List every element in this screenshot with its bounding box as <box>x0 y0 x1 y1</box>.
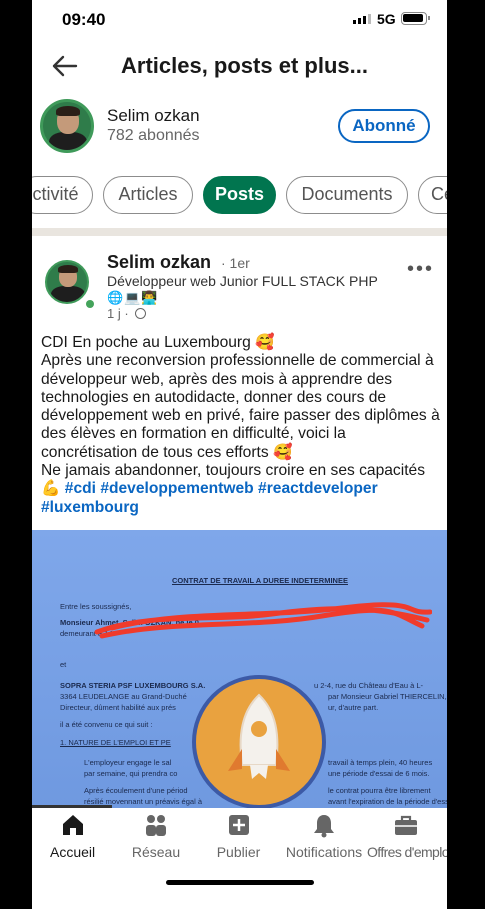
nav-label: Notifications <box>285 844 363 860</box>
following-button[interactable]: Abonné <box>338 109 430 143</box>
doc-line-right: par Monsieur Gabriel THIERCELIN, <box>328 692 447 701</box>
doc-line: L'employeur engage le sal <box>84 758 172 767</box>
redaction-scribble <box>94 602 432 639</box>
doc-line-right: avant l'expiration de la période d'essai <box>328 797 447 806</box>
hashtag-line: 💪 #cdi #developpementweb #reactdeveloper… <box>41 480 443 517</box>
avatar[interactable] <box>40 99 94 153</box>
nav-post[interactable]: Publier <box>216 812 261 860</box>
nav-label: Réseau <box>131 844 181 860</box>
network-type: 5G <box>377 11 396 27</box>
flex-emoji: 💪 <box>41 480 61 498</box>
more-options-icon[interactable]: ••• <box>407 258 434 281</box>
doc-line-right: une période d'essai de 6 mois. <box>328 769 430 778</box>
tab-more[interactable]: Ce <box>418 176 447 214</box>
profile-name[interactable]: Selim ozkan <box>107 106 200 126</box>
status-bar: 09:40 5G <box>32 0 447 40</box>
network-icon <box>146 815 166 836</box>
tab-documents[interactable]: Documents <box>286 176 408 214</box>
post-timestamp: 1 j · <box>107 306 147 321</box>
tab-articles[interactable]: Articles <box>103 176 193 214</box>
post-plus-icon <box>228 815 249 835</box>
doc-line: 3364 LEUDELANGE au Grand-Duché <box>60 692 187 701</box>
bottom-navigation: Accueil Réseau Publier Notifications Off… <box>32 808 447 868</box>
home-icon <box>62 815 83 835</box>
signal-icon <box>353 14 371 24</box>
nav-label: Publier <box>216 844 261 860</box>
status-time: 09:40 <box>62 10 106 29</box>
hashtag-link[interactable]: #reactdeveloper <box>258 480 378 497</box>
nav-label: Accueil <box>50 844 96 860</box>
nav-home[interactable]: Accueil <box>50 812 95 860</box>
profile-summary: Selim ozkan 782 abonnés Abonné <box>32 92 447 164</box>
rocket-icon <box>192 675 326 808</box>
doc-line-right: travail à temps plein, 40 heures <box>328 758 433 767</box>
briefcase-icon <box>395 815 417 835</box>
doc-line: il a été convenu ce qui suit : <box>60 720 153 729</box>
tab-posts[interactable]: Posts <box>203 176 276 214</box>
follower-count: 782 abonnés <box>107 127 200 144</box>
doc-line: 1. NATURE DE L'EMPLOI ET PE <box>60 738 171 747</box>
headline-emojis: 🌐💻👨‍💻 <box>107 290 159 305</box>
doc-heading: CONTRAT DE TRAVAIL A DUREE INDETERMINEE <box>172 576 348 585</box>
post-line: Ne jamais abandonner, toujours croire en… <box>41 462 425 480</box>
battery-icon <box>401 12 430 25</box>
hashtag-link[interactable]: #developpementweb <box>100 480 253 497</box>
nav-network[interactable]: Réseau <box>130 812 182 860</box>
globe-icon <box>135 308 147 319</box>
page-header: Articles, posts et plus... <box>32 40 447 92</box>
content-filter-tabs: ctivité Articles Posts Documents Ce <box>32 176 447 216</box>
doc-line-right: le contrat pourra être librement <box>328 786 431 795</box>
post-author-headline: Développeur web Junior FULL STACK PHP <box>107 273 378 289</box>
doc-line: SOPRA STERIA PSF LUXEMBOURG S.A. <box>60 681 206 690</box>
doc-line-right: u 2-4, rue du Château d'Eau à L- <box>314 681 424 690</box>
post-line: CDI En poche au Luxembourg 🥰 <box>41 334 275 351</box>
phone-screen: 09:40 5G Articles, posts et plus... Seli… <box>32 0 447 909</box>
home-indicator[interactable] <box>166 880 314 885</box>
back-arrow-icon[interactable] <box>48 50 80 82</box>
post-body: CDI En poche au Luxembourg 🥰 Après une r… <box>41 334 443 517</box>
post-image[interactable]: CONTRAT DE TRAVAIL A DUREE INDETERMINEE … <box>32 530 447 808</box>
hashtag-link[interactable]: #luxembourg <box>41 499 139 516</box>
online-status-icon <box>83 297 97 311</box>
connection-degree: · 1er <box>221 255 250 271</box>
post-line: Après une reconversion professionnelle d… <box>41 352 440 461</box>
nav-jobs[interactable]: Offres d'emploi <box>367 812 447 860</box>
doc-line-right: ur, d'autre part. <box>328 703 379 712</box>
nav-notifications[interactable]: Notifications <box>284 812 364 860</box>
doc-line: Directeur, dûment habilité aux prés <box>60 703 176 712</box>
page-title: Articles, posts et plus... <box>121 53 368 78</box>
doc-line: par semaine, qui prendra co <box>84 769 178 778</box>
post-author-avatar[interactable] <box>45 260 89 304</box>
hashtag-link[interactable]: #cdi <box>65 480 96 497</box>
nav-label: Offres d'emploi <box>367 844 447 860</box>
bell-icon <box>314 815 334 838</box>
post-author-name[interactable]: Selim ozkan <box>107 252 211 273</box>
section-separator <box>32 228 447 236</box>
tab-activity[interactable]: ctivité <box>32 176 93 214</box>
doc-line: et <box>60 660 67 669</box>
post-time: 1 j · <box>107 306 129 321</box>
doc-line: Après écoulement d'une périod <box>84 786 188 795</box>
